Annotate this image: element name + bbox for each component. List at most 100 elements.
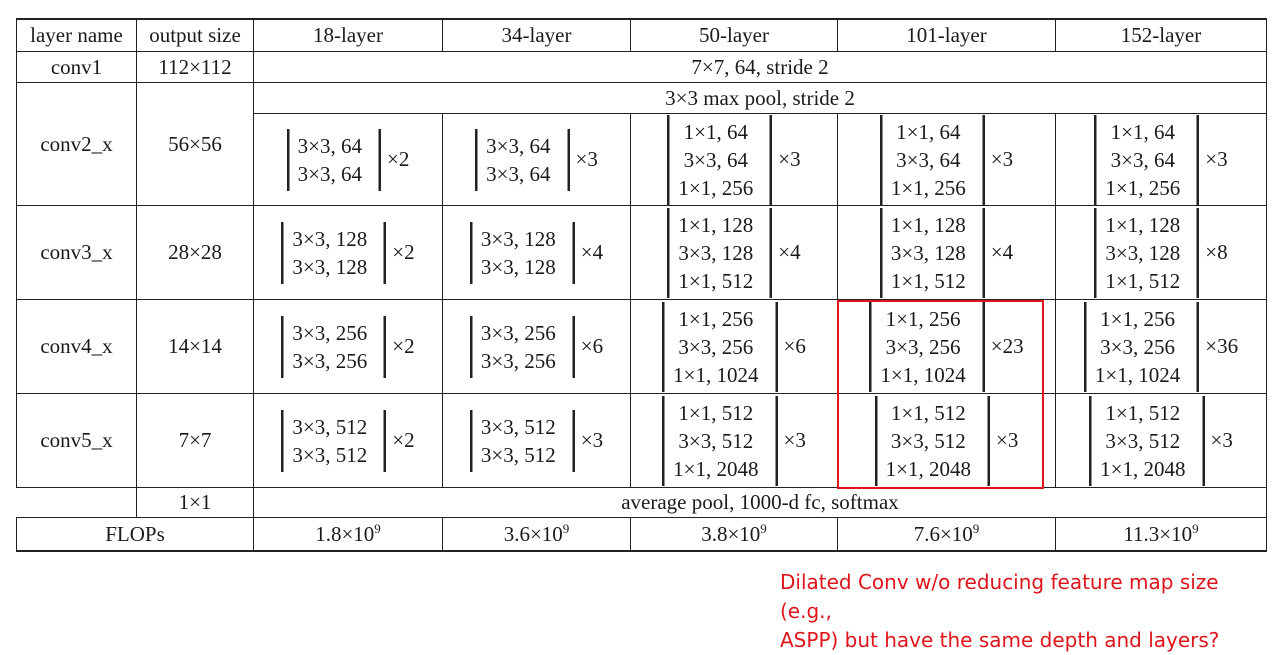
block-matrix: 1×1, 512 3×3, 512 1×1, 2048 ×3 (1089, 395, 1233, 486)
block-layer-spec: 1×1, 128 (678, 212, 754, 237)
block-repeat-count: ×36 (1205, 334, 1239, 358)
conv3-block-18-layer: 3×3, 128 3×3, 128 ×2 (253, 205, 443, 300)
conv3-block-152-layer: 1×1, 128 3×3, 128 1×1, 512 ×8 (1055, 205, 1267, 300)
right-bracket (763, 114, 773, 205)
conv1-spec: 7×7, 64, stride 2 (253, 51, 1267, 83)
block-layer-spec: 1×1, 256 (885, 306, 961, 331)
conv2-output-size: 56×56 (136, 82, 254, 206)
conv4-name: conv4_x (16, 299, 137, 394)
left-bracket: 3×3, 512 3×3, 512 (281, 409, 377, 472)
block-repeat-count: ×8 (1205, 240, 1228, 264)
block-matrix: 3×3, 512 3×3, 512 ×2 (281, 409, 415, 472)
left-bracket: 3×3, 64 3×3, 64 (286, 128, 372, 191)
left-bracket: 3×3, 512 3×3, 512 (469, 409, 566, 472)
block-repeat-count: ×3 (575, 147, 598, 171)
left-bracket: 1×1, 512 3×3, 512 1×1, 2048 (1089, 395, 1195, 486)
block-layer-spec: 1×1, 64 (1110, 119, 1175, 144)
conv5-block-101-layer: 1×1, 512 3×3, 512 1×1, 2048 ×3 (837, 393, 1056, 488)
block-layer-spec: 3×3, 64 (683, 147, 748, 172)
right-bracket (566, 409, 575, 472)
block-matrix: 1×1, 128 3×3, 128 1×1, 512 ×4 (667, 207, 801, 298)
block-layer-spec: 3×3, 512 (678, 428, 754, 453)
block-layer-spec: 3×3, 64 (486, 161, 551, 186)
right-bracket (377, 409, 387, 472)
resnet-architecture-table: layer name output size 18-layer 34-layer… (16, 18, 1267, 552)
conv3-name: conv3_x (16, 205, 137, 300)
right-bracket (372, 128, 381, 191)
block-repeat-count: ×2 (392, 240, 415, 264)
conv2-block-34-layer: 3×3, 64 3×3, 64 ×3 (442, 113, 631, 206)
conv2-max-pool: 3×3 max pool, stride 2 (253, 82, 1267, 114)
block-layer-spec: 1×1, 1024 (1094, 362, 1181, 387)
conv1-name: conv1 (16, 51, 137, 83)
block-layer-spec: 1×1, 128 (1105, 212, 1181, 237)
flops-label: FLOPs (16, 517, 254, 552)
right-bracket (377, 221, 387, 284)
right-bracket (561, 128, 570, 191)
block-matrix: 1×1, 64 3×3, 64 1×1, 256 ×3 (1094, 114, 1228, 205)
right-bracket (763, 207, 773, 298)
block-layer-spec: 3×3, 128 (480, 226, 556, 251)
block-repeat-count: ×6 (580, 334, 604, 358)
header-101-layer: 101-layer (837, 18, 1056, 52)
block-layer-spec: 3×3, 512 (480, 414, 556, 439)
block-layer-spec: 3×3, 256 (480, 320, 556, 345)
block-matrix: 1×1, 256 3×3, 256 1×1, 1024 ×36 (1083, 301, 1239, 392)
left-bracket: 1×1, 512 3×3, 512 1×1, 2048 (874, 395, 981, 486)
right-bracket (976, 114, 985, 205)
right-bracket (769, 395, 778, 486)
annotation-line: ASPP) but have the same depth and layers… (780, 628, 1220, 652)
flops-34-exp: 9 (562, 520, 570, 536)
block-layer-spec: 1×1, 128 (890, 212, 966, 237)
block-matrix: 3×3, 256 3×3, 256 ×6 (469, 315, 604, 378)
block-repeat-count: ×3 (580, 428, 604, 452)
block-layer-spec: 1×1, 512 (1105, 400, 1181, 425)
block-layer-spec: 3×3, 256 (480, 348, 556, 373)
block-matrix: 1×1, 64 3×3, 64 1×1, 256 ×3 (879, 114, 1013, 205)
conv2-block-18-layer: 3×3, 64 3×3, 64 ×2 (253, 113, 443, 206)
block-layer-spec: 1×1, 256 (1100, 306, 1175, 331)
right-bracket (976, 207, 985, 298)
block-layer-spec: 1×1, 512 (890, 400, 966, 425)
left-bracket: 1×1, 128 3×3, 128 1×1, 512 (667, 207, 763, 298)
block-matrix: 1×1, 64 3×3, 64 1×1, 256 ×3 (667, 114, 801, 205)
block-layer-spec: 1×1, 256 (678, 175, 754, 200)
block-repeat-count: ×4 (778, 240, 801, 264)
left-bracket: 1×1, 512 3×3, 512 1×1, 2048 (662, 395, 768, 486)
left-bracket: 3×3, 128 3×3, 128 (281, 221, 377, 284)
block-repeat-count: ×6 (783, 334, 806, 358)
block-layer-spec: 3×3, 256 (292, 348, 368, 373)
block-layer-spec: 1×1, 512 (890, 268, 966, 293)
conv4-block-34-layer: 3×3, 256 3×3, 256 ×6 (442, 299, 631, 394)
block-layer-spec: 3×3, 512 (1105, 428, 1181, 453)
block-matrix: 1×1, 128 3×3, 128 1×1, 512 ×4 (879, 207, 1013, 298)
right-bracket (1190, 207, 1200, 298)
block-layer-spec: 3×3, 64 (896, 147, 961, 172)
block-layer-spec: 3×3, 64 (1110, 147, 1175, 172)
block-repeat-count: ×4 (580, 240, 604, 264)
block-layer-spec: 3×3, 64 (486, 133, 551, 158)
left-bracket: 3×3, 256 3×3, 256 (469, 315, 566, 378)
flops-18: 1.8×109 (253, 517, 443, 552)
left-bracket: 1×1, 128 3×3, 128 1×1, 512 (1094, 207, 1190, 298)
block-layer-spec: 3×3, 128 (292, 254, 368, 279)
block-layer-spec: 3×3, 512 (890, 428, 966, 453)
block-matrix: 3×3, 64 3×3, 64 ×2 (286, 128, 409, 191)
block-matrix: 3×3, 128 3×3, 128 ×4 (469, 221, 604, 284)
block-layer-spec: 3×3, 256 (885, 334, 961, 359)
right-bracket (981, 395, 990, 486)
conv1-row: conv1 112×112 7×7, 64, stride 2 (16, 51, 1267, 83)
conv1-output-size: 112×112 (136, 51, 254, 83)
left-bracket: 3×3, 128 3×3, 128 (469, 221, 566, 284)
conv2-name: conv2_x (16, 82, 137, 206)
flops-34: 3.6×109 (442, 517, 631, 552)
conv4-row: conv4_x 14×14 3×3, 256 3×3, 256 ×2 3×3, 256… (16, 299, 1267, 394)
conv3-block-50-layer: 1×1, 128 3×3, 128 1×1, 512 ×4 (630, 205, 838, 300)
left-bracket: 3×3, 64 3×3, 64 (475, 128, 560, 191)
right-bracket (566, 221, 575, 284)
block-repeat-count: ×3 (1210, 428, 1233, 452)
block-layer-spec: 3×3, 512 (292, 414, 368, 439)
block-layer-spec: 3×3, 256 (1100, 334, 1175, 359)
final-row: 1×1 average pool, 1000-d fc, softmax (17, 487, 1267, 518)
conv4-block-50-layer: 1×1, 256 3×3, 256 1×1, 1024 ×6 (630, 299, 838, 394)
